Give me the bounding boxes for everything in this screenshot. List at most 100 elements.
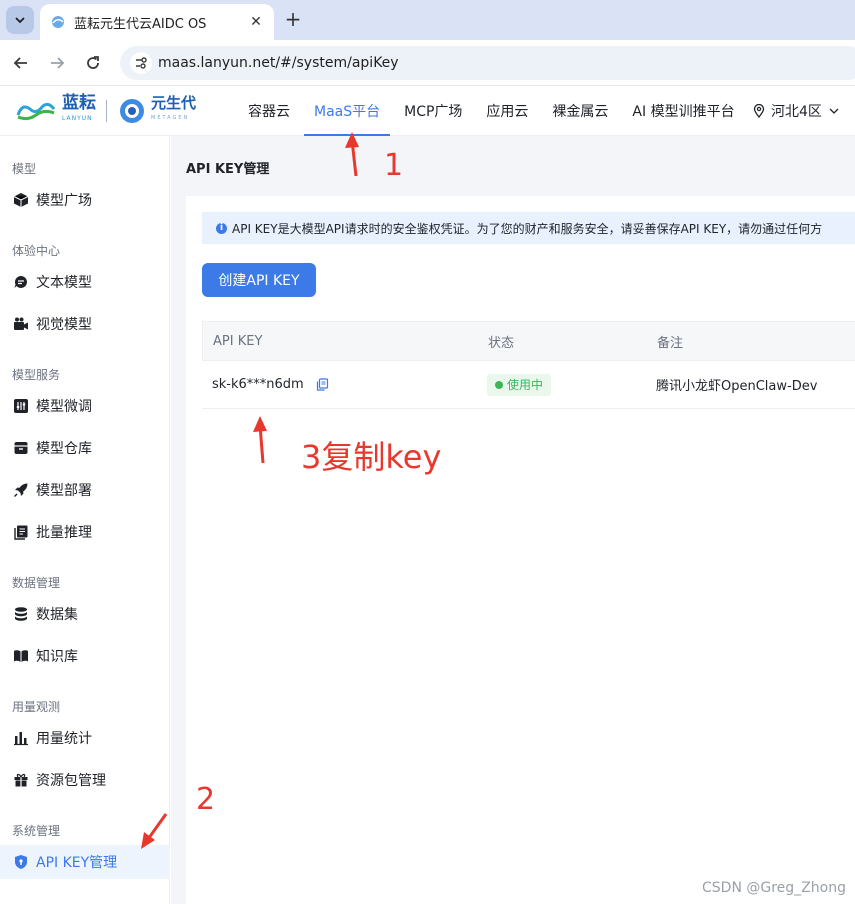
database-icon bbox=[12, 605, 30, 623]
sidebar-item-model-deploy[interactable]: 模型部署 bbox=[0, 473, 170, 507]
region-label: 河北4区 bbox=[771, 104, 822, 120]
status-cell: 使用中 bbox=[487, 373, 552, 396]
sidebar-item-api-key[interactable]: API KEY管理 bbox=[0, 845, 170, 879]
site-settings-icon[interactable] bbox=[130, 52, 152, 74]
sidebar-item-label: 数据集 bbox=[36, 607, 78, 623]
region-selector[interactable]: 河北4区 bbox=[752, 86, 840, 136]
brand-lanyun: 蓝耘 LANYUN bbox=[62, 93, 96, 123]
sidebar-group-data-management: 数据管理 bbox=[12, 576, 61, 590]
info-icon: i bbox=[216, 222, 227, 234]
sidebar-item-vision-model[interactable]: 视觉模型 bbox=[0, 307, 170, 341]
location-icon bbox=[753, 104, 765, 118]
nav-item-app-cloud[interactable]: 应用云 bbox=[474, 86, 540, 136]
create-api-key-button[interactable]: 创建API KEY bbox=[202, 263, 316, 297]
sidebar-item-label: 模型仓库 bbox=[36, 441, 92, 457]
back-button[interactable] bbox=[10, 52, 32, 74]
alert-text: API KEY是大模型API请求时的安全鉴权凭证。为了您的财产和服务安全，请妥善… bbox=[232, 221, 823, 236]
arrow-left-icon bbox=[13, 57, 27, 69]
sidebar-item-resource-pack[interactable]: 资源包管理 bbox=[0, 763, 170, 797]
note-cell: 腾讯小龙虾OpenClaw-Dev bbox=[656, 379, 818, 394]
browser-tab-bar: 蓝耘元生代云AIDC OS ✕ + bbox=[0, 0, 855, 40]
site-favicon-icon bbox=[52, 16, 64, 28]
sidebar-item-dataset[interactable]: 数据集 bbox=[0, 597, 170, 631]
address-bar: maas.lanyun.net/#/system/apiKey bbox=[0, 40, 855, 86]
url-field[interactable]: maas.lanyun.net/#/system/apiKey bbox=[120, 46, 855, 80]
annotation-3: 3复制key bbox=[301, 438, 442, 476]
chat-icon bbox=[12, 273, 30, 291]
copy-stack-icon bbox=[12, 523, 30, 541]
api-key-table: API KEY 状态 备注 sk-k6***n6dm 使用中 腾讯小龙虾Open… bbox=[202, 321, 855, 409]
lanyun-logo-icon bbox=[16, 102, 56, 121]
camera-icon bbox=[12, 315, 30, 333]
sidebar-item-label: 批量推理 bbox=[36, 525, 92, 541]
browser-tab[interactable]: 蓝耘元生代云AIDC OS ✕ bbox=[40, 4, 274, 40]
book-icon bbox=[12, 647, 30, 665]
nav-item-container-cloud[interactable]: 容器云 bbox=[236, 86, 302, 136]
sidebar-item-usage-stats[interactable]: 用量统计 bbox=[0, 721, 170, 755]
nav-item-maas[interactable]: MaaS平台 bbox=[302, 86, 392, 136]
sidebar-item-label: 视觉模型 bbox=[36, 317, 92, 333]
annotation-2: 2 bbox=[196, 782, 216, 817]
table-header: API KEY 状态 备注 bbox=[202, 321, 855, 361]
sidebar-item-label: 模型广场 bbox=[36, 193, 92, 209]
close-tab-icon[interactable]: ✕ bbox=[248, 14, 264, 30]
reload-button[interactable] bbox=[82, 52, 104, 74]
sidebar-item-label: 知识库 bbox=[36, 649, 78, 665]
nav-item-bare-metal[interactable]: 裸金属云 bbox=[540, 86, 620, 136]
tune-icon bbox=[12, 397, 30, 415]
status-dot-icon bbox=[495, 380, 503, 389]
sidebar-item-text-model[interactable]: 文本模型 bbox=[0, 265, 170, 299]
header-api-key: API KEY bbox=[213, 333, 263, 349]
top-nav: 容器云 MaaS平台 MCP广场 应用云 裸金属云 AI 模型训推平台 bbox=[236, 86, 747, 136]
sidebar-item-label: 资源包管理 bbox=[36, 773, 106, 789]
sidebar-group-model: 模型 bbox=[12, 162, 37, 176]
watermark: CSDN @Greg_Zhong bbox=[702, 880, 846, 896]
logo[interactable]: 蓝耘 LANYUN 元生代 METAGEN bbox=[14, 95, 196, 127]
sidebar-group-model-service: 模型服务 bbox=[12, 368, 61, 382]
status-badge: 使用中 bbox=[487, 373, 552, 396]
url-text: maas.lanyun.net/#/system/apiKey bbox=[158, 55, 399, 71]
sidebar-item-label: 文本模型 bbox=[36, 275, 92, 291]
cube-icon bbox=[12, 191, 30, 209]
sidebar-item-label: 模型部署 bbox=[36, 483, 92, 499]
sidebar: 模型 模型广场 体验中心 文本模型 视觉模型 模型服务 模型微调 模型仓库 模型… bbox=[0, 136, 170, 904]
sidebar-item-model-square[interactable]: 模型广场 bbox=[0, 183, 170, 217]
chevron-down-icon bbox=[15, 17, 25, 24]
sidebar-item-model-repo[interactable]: 模型仓库 bbox=[0, 431, 170, 465]
header-note: 备注 bbox=[657, 335, 684, 351]
sidebar-group-experience: 体验中心 bbox=[12, 244, 61, 258]
shield-icon bbox=[12, 853, 30, 871]
arrow-right-icon bbox=[51, 57, 65, 69]
sidebar-group-usage: 用量观测 bbox=[12, 700, 61, 714]
sidebar-group-system: 系统管理 bbox=[12, 824, 61, 838]
sidebar-item-fine-tune[interactable]: 模型微调 bbox=[0, 389, 170, 423]
sidebar-item-knowledge-base[interactable]: 知识库 bbox=[0, 639, 170, 673]
new-tab-button[interactable]: + bbox=[282, 7, 304, 31]
sidebar-item-label: 用量统计 bbox=[36, 731, 92, 747]
archive-icon bbox=[12, 439, 30, 457]
header-status: 状态 bbox=[488, 335, 515, 351]
api-key-cell: sk-k6***n6dm bbox=[212, 377, 329, 392]
annotation-1: 1 bbox=[384, 148, 404, 183]
rocket-icon bbox=[12, 481, 30, 499]
main-content: API KEY管理 i API KEY是大模型API请求时的安全鉴权凭证。为了您… bbox=[171, 136, 855, 904]
reload-icon bbox=[87, 56, 99, 69]
brand-metagen: 元生代 METAGEN bbox=[151, 94, 197, 122]
logo-divider bbox=[106, 100, 107, 122]
content-card: i API KEY是大模型API请求时的安全鉴权凭证。为了您的财产和服务安全，请… bbox=[186, 196, 855, 904]
bar-chart-icon bbox=[12, 729, 30, 747]
nav-item-ai-training[interactable]: AI 模型训推平台 bbox=[620, 86, 746, 136]
table-row: sk-k6***n6dm 使用中 腾讯小龙虾OpenClaw-Dev bbox=[202, 361, 855, 409]
app-header: 蓝耘 LANYUN 元生代 METAGEN 容器云 MaaS平台 MCP广场 应用云… bbox=[0, 86, 855, 136]
forward-button[interactable] bbox=[46, 52, 68, 74]
nav-item-mcp[interactable]: MCP广场 bbox=[392, 86, 474, 136]
tab-title: 蓝耘元生代云AIDC OS bbox=[74, 16, 207, 32]
api-key-value: sk-k6***n6dm bbox=[212, 377, 304, 392]
sidebar-item-label: API KEY管理 bbox=[36, 855, 118, 871]
sidebar-item-batch-inference[interactable]: 批量推理 bbox=[0, 515, 170, 549]
sidebar-item-label: 模型微调 bbox=[36, 399, 92, 415]
metagen-logo-icon bbox=[120, 99, 144, 123]
page-title: API KEY管理 bbox=[186, 162, 270, 177]
copy-icon[interactable] bbox=[316, 378, 329, 391]
tab-search-button[interactable] bbox=[6, 6, 34, 34]
